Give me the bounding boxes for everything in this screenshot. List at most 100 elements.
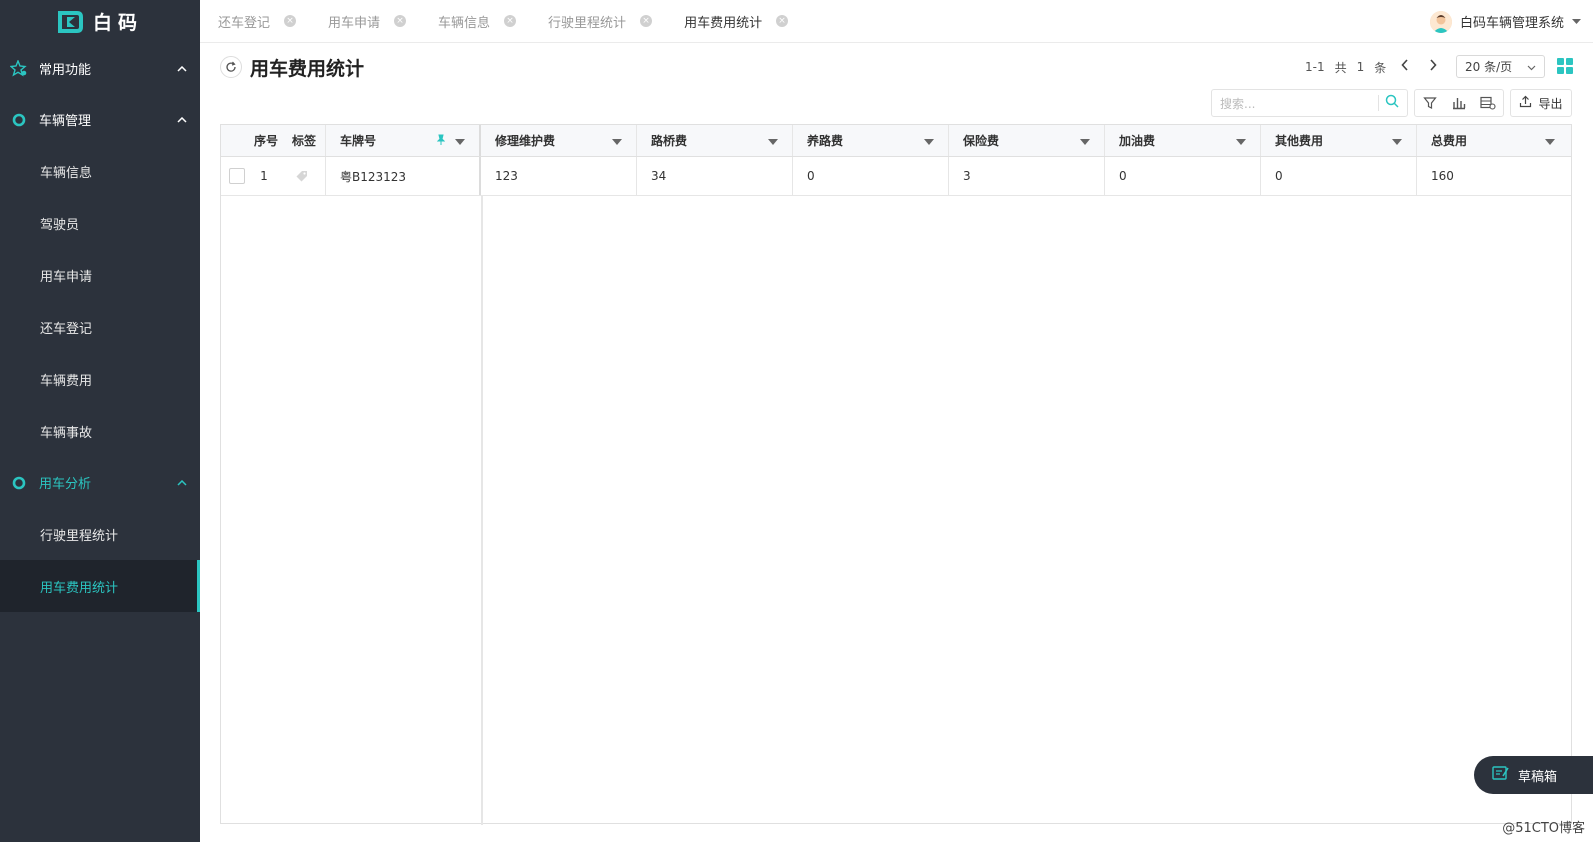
sidebar-item-mileage-stats[interactable]: 行驶里程统计 (0, 508, 200, 560)
chevron-up-icon (176, 114, 188, 126)
sidebar: 白码 常用功能 车辆管理 车辆信息 驾驶员 用车申请 还车登记 车辆费用 车辆事… (0, 0, 200, 842)
close-icon[interactable]: × (504, 15, 517, 27)
nav-group-label: 常用功能 (39, 63, 92, 78)
column-header-label: 路桥费 (651, 134, 688, 148)
pager-total: 1 (1356, 60, 1365, 74)
tab-return-register[interactable]: 还车登记 × (200, 0, 297, 43)
column-header-label: 加油费 (1119, 134, 1156, 148)
column-header-repair[interactable]: 修理维护费 (481, 125, 637, 156)
watermark: @51CTO博客 (1502, 821, 1585, 836)
search-input[interactable]: 搜索... (1220, 95, 1255, 112)
close-icon[interactable]: × (284, 15, 297, 27)
cell-insurance: 3 (949, 157, 1105, 195)
sidebar-item-drivers[interactable]: 驾驶员 (0, 197, 200, 249)
sort-caret-icon[interactable] (612, 138, 622, 145)
divider (1378, 95, 1379, 111)
column-header-fuel[interactable]: 加油费 (1105, 125, 1261, 156)
sort-caret-icon[interactable] (768, 138, 778, 145)
page-header: 用车费用统计 (220, 52, 364, 82)
cell-repair: 123 (481, 157, 637, 195)
tab-label: 还车登记 (218, 15, 271, 31)
pager-unit: 条 (1374, 60, 1387, 75)
close-icon[interactable]: × (776, 15, 789, 27)
cell-value: 0 (1275, 169, 1283, 183)
sort-caret-icon[interactable] (1545, 138, 1555, 145)
sort-caret-icon[interactable] (1236, 138, 1246, 145)
sidebar-item-usage-request[interactable]: 用车申请 (0, 249, 200, 301)
drafts-label: 草稿箱 (1518, 769, 1558, 785)
search-box[interactable]: 搜索... (1211, 89, 1408, 117)
pagination: 1-1 共 1 条 (1305, 55, 1442, 79)
tab-mileage-stats[interactable]: 行驶里程统计 × (530, 0, 653, 43)
pin-icon[interactable] (436, 134, 446, 146)
chevron-up-icon (176, 477, 188, 489)
circle-icon (10, 474, 28, 492)
sidebar-item-vehicle-costs[interactable]: 车辆费用 (0, 353, 200, 405)
sidebar-item-cost-stats[interactable]: 用车费用统计 (0, 560, 200, 612)
user-menu[interactable]: 白码车辆管理系统 (1429, 0, 1581, 43)
drafts-button[interactable]: 草稿箱 (1474, 756, 1593, 794)
column-header-road[interactable]: 养路费 (793, 125, 949, 156)
search-icon[interactable] (1385, 94, 1399, 112)
column-header-label: 总费用 (1431, 134, 1468, 148)
filter-icon[interactable] (1421, 94, 1439, 112)
cell-plate: 粤B123123 (326, 157, 481, 195)
nav-group-common[interactable]: 常用功能 (0, 43, 200, 94)
column-header-plate[interactable]: 车牌号 (326, 125, 481, 156)
nav-group-label: 车辆管理 (39, 114, 92, 129)
avatar (1429, 10, 1452, 33)
tab-label: 用车费用统计 (684, 15, 763, 31)
page-title: 用车费用统计 (250, 57, 365, 80)
cell-road: 0 (793, 157, 949, 195)
column-header-total[interactable]: 总费用 (1417, 125, 1569, 156)
cell-value: 34 (651, 169, 667, 183)
sort-caret-icon[interactable] (1392, 138, 1402, 145)
tab-vehicle-info[interactable]: 车辆信息 × (420, 0, 517, 43)
cell-value: 粤B123123 (340, 169, 407, 184)
nav-group-analysis[interactable]: 用车分析 (0, 457, 200, 508)
page-size-select[interactable]: 20 条/页 (1456, 55, 1545, 78)
grid-view-icon[interactable] (1557, 58, 1573, 74)
sidebar-item-return-register[interactable]: 还车登记 (0, 301, 200, 353)
edit-note-icon (1492, 765, 1510, 785)
close-icon[interactable]: × (640, 15, 653, 27)
row-fixed: 1 (221, 157, 326, 195)
nav-group-vehicle[interactable]: 车辆管理 (0, 94, 200, 145)
tab-label: 行驶里程统计 (548, 15, 627, 31)
column-settings-icon[interactable] (1479, 94, 1497, 112)
column-header-label: 车牌号 (340, 134, 377, 148)
cell-value: 0 (807, 169, 815, 183)
fixed-column-divider (481, 195, 483, 825)
logo[interactable]: 白码 (0, 0, 200, 43)
row-checkbox[interactable] (229, 168, 245, 184)
close-icon[interactable]: × (394, 15, 407, 27)
cell-index: 1 (260, 169, 268, 183)
cell-other: 0 (1261, 157, 1417, 195)
refresh-icon[interactable] (220, 56, 242, 78)
chevron-right-icon[interactable] (1424, 59, 1442, 75)
tab-cost-stats[interactable]: 用车费用统计 × (666, 0, 789, 43)
table-row[interactable]: 1 粤B123123 123 34 0 3 0 0 160 (221, 157, 1571, 196)
export-button[interactable]: 导出 (1510, 89, 1572, 117)
logo-text: 白码 (92, 12, 143, 34)
bar-chart-icon[interactable] (1450, 94, 1468, 112)
header-fixed: 序号 标签 (221, 125, 326, 156)
cell-fuel: 0 (1105, 157, 1261, 195)
chevron-down-icon (1527, 60, 1536, 74)
column-header-insurance[interactable]: 保险费 (949, 125, 1105, 156)
sidebar-item-vehicle-info[interactable]: 车辆信息 (0, 145, 200, 197)
caret-down-icon (1572, 14, 1581, 29)
sort-caret-icon[interactable] (924, 138, 934, 145)
cell-value: 3 (963, 169, 971, 183)
pager-total-label: 共 (1334, 60, 1347, 75)
sidebar-item-vehicle-accidents[interactable]: 车辆事故 (0, 405, 200, 457)
sort-caret-icon[interactable] (1080, 138, 1090, 145)
sort-caret-icon[interactable] (455, 138, 465, 145)
column-header-toll[interactable]: 路桥费 (637, 125, 793, 156)
column-header-other[interactable]: 其他费用 (1261, 125, 1417, 156)
chevron-left-icon[interactable] (1396, 59, 1414, 75)
column-header-label: 保险费 (963, 134, 1000, 148)
tab-usage-request[interactable]: 用车申请 × (310, 0, 407, 43)
tag-icon[interactable] (283, 169, 321, 183)
user-name: 白码车辆管理系统 (1459, 16, 1564, 31)
